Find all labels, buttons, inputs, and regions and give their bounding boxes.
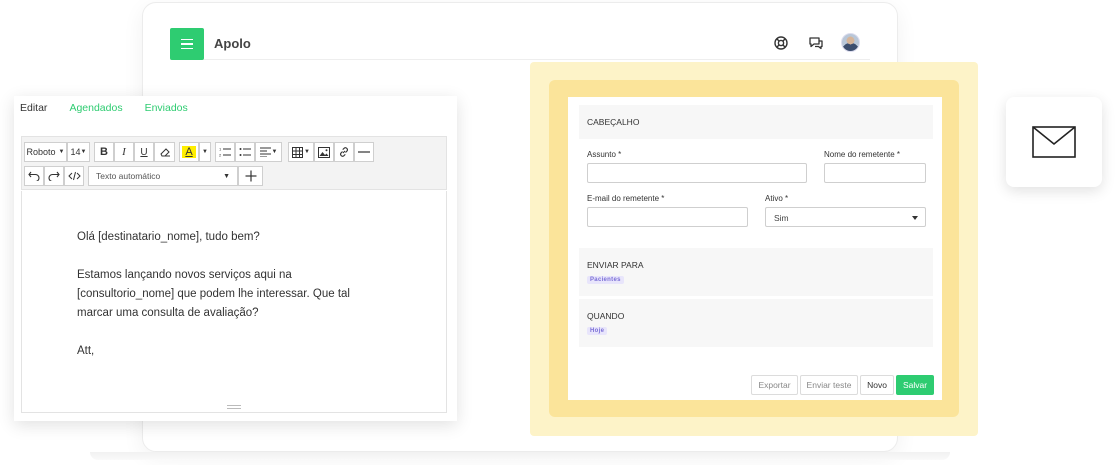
font-family-select[interactable]: Roboto ▼	[24, 142, 67, 162]
email-body-text: Olá [destinatario_nome], tudo bem? Estam…	[77, 228, 362, 380]
font-size-select[interactable]: 14 ▼	[67, 142, 90, 162]
ordered-list-icon: 1 2	[219, 147, 231, 158]
caret-down-icon: ▼	[271, 149, 278, 155]
mail-card	[1006, 97, 1102, 187]
subject-label: Assunto *	[587, 150, 622, 159]
format-select[interactable]: Texto automático ▼	[88, 166, 238, 186]
tab-enviados[interactable]: Enviados	[145, 102, 188, 114]
image-icon	[318, 146, 330, 158]
image-button[interactable]	[314, 142, 334, 162]
app-title: Apolo	[214, 36, 251, 51]
caret-down-icon: ▼	[304, 149, 310, 155]
redo-button[interactable]	[44, 166, 64, 186]
caret-down-icon: ▼	[223, 172, 230, 180]
app-header: Apolo	[170, 28, 870, 60]
caret-down-icon	[912, 216, 918, 220]
email-settings-form: CABEÇALHO Assunto * Nome do remetente * …	[568, 97, 942, 400]
bullet-list-icon	[239, 148, 251, 156]
when-section: QUANDO Hoje	[579, 299, 933, 347]
table-button[interactable]: ▼	[288, 142, 314, 162]
caret-down-icon: ▼	[80, 149, 87, 155]
active-select[interactable]: Sim	[765, 207, 926, 227]
recipient-tag[interactable]: Pacientes	[587, 276, 624, 284]
envelope-icon	[1032, 126, 1076, 158]
italic-button[interactable]: I	[114, 142, 134, 162]
text-color-label: A	[182, 146, 196, 158]
text-color-dropdown[interactable]: ▼	[199, 142, 211, 162]
send-test-button[interactable]: Enviar teste	[800, 375, 858, 395]
bold-button[interactable]: B	[94, 142, 114, 162]
bullet-list-button[interactable]	[235, 142, 255, 162]
save-button[interactable]: Salvar	[896, 375, 934, 395]
greeting-paragraph: Olá [destinatario_nome], tudo bem?	[77, 231, 260, 243]
section-title: CABEÇALHO	[587, 117, 640, 127]
hamburger-menu-button[interactable]	[170, 28, 204, 60]
menu-icon-line	[181, 47, 193, 50]
email-editor-card: Editar Agendados Enviados Roboto ▼ 14 ▼ …	[14, 96, 457, 421]
plus-icon	[245, 170, 256, 182]
subject-input[interactable]	[587, 163, 807, 183]
signoff-paragraph: Att,	[77, 345, 95, 357]
format-select-value: Texto automático	[96, 171, 161, 181]
active-label: Ativo *	[765, 194, 789, 203]
table-icon	[292, 146, 304, 158]
sender-email-input[interactable]	[587, 207, 748, 227]
insert-button[interactable]	[238, 166, 263, 186]
horizontal-rule-icon	[358, 151, 370, 153]
section-title: ENVIAR PARA	[587, 260, 644, 270]
align-select[interactable]: ▼	[255, 142, 282, 162]
editor-toolbar: Roboto ▼ 14 ▼ B I U A ▼ 1 2 ▼ ▼ Texto au…	[21, 136, 447, 190]
ordered-list-button[interactable]: 1 2	[215, 142, 235, 162]
link-icon	[340, 147, 348, 157]
active-select-value: Sim	[774, 213, 789, 223]
tab-editar[interactable]: Editar	[20, 102, 47, 114]
new-button[interactable]: Novo	[860, 375, 894, 395]
font-family-value: Roboto	[26, 147, 56, 157]
redo-icon	[48, 171, 60, 181]
text-color-button[interactable]: A	[179, 142, 199, 162]
menu-icon-line	[181, 43, 193, 45]
clear-format-button[interactable]	[154, 142, 175, 162]
underline-button[interactable]: U	[134, 142, 154, 162]
avatar[interactable]	[841, 33, 860, 52]
resize-handle[interactable]	[227, 405, 241, 409]
caret-down-icon: ▼	[58, 149, 65, 155]
sender-name-input[interactable]	[824, 163, 926, 183]
chat-icon[interactable]	[807, 34, 825, 52]
editor-tabs: Editar Agendados Enviados	[20, 102, 188, 114]
link-button[interactable]	[334, 142, 354, 162]
schedule-tag[interactable]: Hoje	[587, 327, 608, 335]
sender-email-label: E-mail do remetente *	[587, 194, 665, 203]
send-to-section: ENVIAR PARA Pacientes	[579, 248, 933, 296]
lifebuoy-icon[interactable]	[772, 34, 790, 52]
menu-icon-line	[181, 38, 193, 41]
code-icon	[67, 171, 81, 181]
body-paragraph: Estamos lançando novos serviços aqui na …	[77, 269, 350, 319]
source-code-button[interactable]	[64, 166, 84, 186]
section-title: QUANDO	[587, 311, 625, 321]
align-left-icon	[259, 147, 271, 157]
svg-text:1: 1	[219, 147, 222, 152]
export-button[interactable]: Exportar	[751, 375, 798, 395]
device-base	[90, 452, 950, 460]
caret-down-icon: ▼	[202, 149, 208, 155]
editor-content-area[interactable]: Olá [destinatario_nome], tudo bem? Estam…	[21, 191, 447, 413]
undo-button[interactable]	[24, 166, 44, 186]
undo-icon	[28, 171, 40, 181]
header-section: CABEÇALHO	[579, 105, 933, 139]
tab-agendados[interactable]: Agendados	[69, 102, 122, 114]
horizontal-rule-button[interactable]	[354, 142, 374, 162]
eraser-icon	[159, 148, 170, 157]
sender-name-label: Nome do remetente *	[824, 150, 901, 159]
font-size-value: 14	[70, 147, 81, 157]
svg-text:2: 2	[219, 153, 222, 158]
